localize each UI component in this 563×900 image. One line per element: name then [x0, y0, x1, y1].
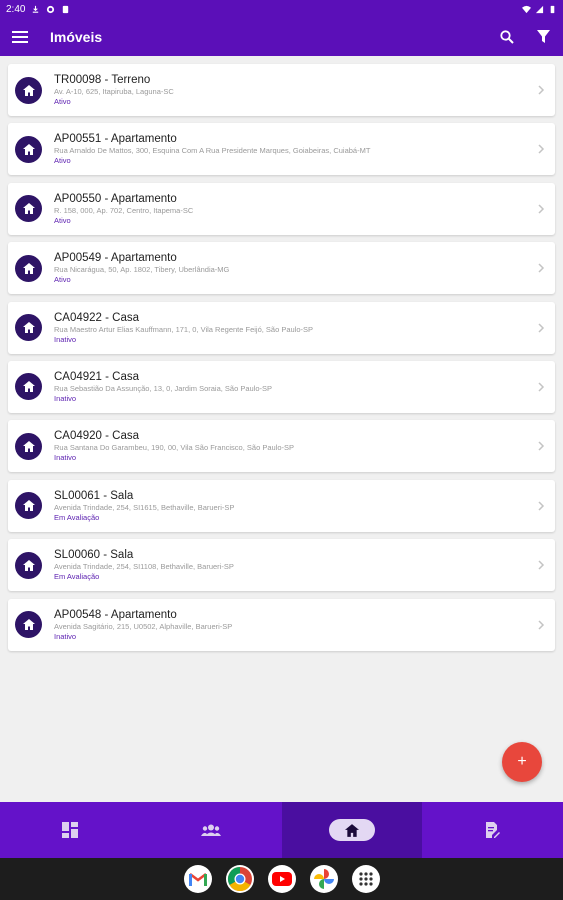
- app-bar: Imóveis: [0, 18, 563, 56]
- chevron-right-icon: [538, 323, 545, 333]
- list-item[interactable]: CA04920 - Casa Rua Santana Do Garambeu, …: [8, 420, 555, 473]
- chevron-right-icon: [538, 85, 545, 95]
- people-icon: [201, 824, 222, 836]
- wifi-icon: [522, 5, 531, 13]
- app-notification-icon: [47, 5, 55, 13]
- property-status: Inativo: [54, 453, 77, 463]
- property-title: CA04922 - Casa: [54, 311, 140, 324]
- home-icon: [15, 373, 42, 401]
- chevron-right-icon: [538, 619, 545, 630]
- nav-properties[interactable]: [281, 802, 423, 858]
- property-title: AP00550 - Apartamento: [54, 192, 177, 205]
- property-address: Avenida Trindade, 254, SI1615, Bethavill…: [54, 502, 235, 512]
- property-list: TR00098 - Terreno Av. A-10, 625, Itapiru…: [8, 64, 555, 658]
- property-address: Rua Santana Do Garambeu, 190, 00, Vila S…: [54, 443, 295, 453]
- list-item[interactable]: TR00098 - Terreno Av. A-10, 625, Itapiru…: [8, 64, 555, 116]
- property-address: Rua Sebastião Da Assunção, 13, 0, Jardim…: [54, 383, 273, 393]
- bottom-nav: [0, 802, 563, 858]
- chrome-icon[interactable]: [225, 865, 254, 893]
- property-status: Ativo: [54, 156, 71, 166]
- chevron-right-icon: [538, 204, 545, 214]
- list-item[interactable]: SL00061 - Sala Avenida Trindade, 254, SI…: [8, 479, 555, 532]
- property-status: Inativo: [54, 393, 77, 403]
- chevron-right-icon: [538, 382, 545, 392]
- home-icon: [15, 551, 42, 579]
- sim-icon: [63, 5, 69, 13]
- page-title: Imóveis: [50, 29, 103, 45]
- chevron-right-icon: [538, 501, 545, 511]
- youtube-icon[interactable]: [267, 865, 296, 893]
- property-address: Avenida Sagitário, 215, U0502, Alphavill…: [54, 621, 233, 631]
- home-icon: [15, 432, 42, 460]
- add-property-button[interactable]: +: [502, 742, 542, 782]
- property-title: SL00060 - Sala: [54, 549, 134, 562]
- property-address: Av. A-10, 625, Itapiruba, Laguna-SC: [54, 87, 174, 96]
- property-status: Inativo: [54, 631, 77, 641]
- home-icon: [15, 611, 42, 639]
- status-bar: 2:40: [0, 0, 563, 18]
- signal-icon: [535, 5, 544, 13]
- list-item[interactable]: CA04922 - Casa Rua Maestro Artur Elias K…: [8, 301, 555, 354]
- property-status: Ativo: [54, 215, 71, 225]
- chevron-right-icon: [538, 263, 545, 273]
- property-address: Avenida Trindade, 254, SI1108, Bethavill…: [54, 562, 234, 572]
- chevron-right-icon: [538, 441, 545, 451]
- home-icon: [15, 195, 42, 223]
- chevron-right-icon: [538, 144, 545, 154]
- gmail-icon[interactable]: [183, 865, 212, 893]
- property-address: R. 158, 000, Ap. 702, Centro, Itapema-SC: [54, 205, 194, 215]
- list-item[interactable]: SL00060 - Sala Avenida Trindade, 254, SI…: [8, 539, 555, 592]
- home-icon: [15, 254, 42, 282]
- property-address: Rua Arnaldo De Mattos, 300, Esquina Com …: [54, 146, 371, 156]
- list-item[interactable]: CA04921 - Casa Rua Sebastião Da Assunção…: [8, 360, 555, 413]
- nav-contracts[interactable]: [422, 802, 563, 858]
- nav-people[interactable]: [141, 802, 282, 858]
- home-icon: [15, 135, 42, 163]
- active-indicator: [328, 819, 375, 841]
- property-title: AP00551 - Apartamento: [54, 133, 177, 146]
- system-taskbar: [0, 858, 563, 900]
- property-status: Ativo: [54, 275, 71, 285]
- filter-icon[interactable]: [535, 29, 551, 45]
- home-icon: [15, 492, 42, 520]
- property-status: Inativo: [54, 334, 77, 344]
- property-status: Ativo: [54, 97, 71, 106]
- property-title: TR00098 - Terreno: [54, 74, 151, 86]
- notification-icon: [33, 5, 39, 13]
- status-time: 2:40: [6, 3, 26, 15]
- property-title: CA04921 - Casa: [54, 370, 140, 383]
- app-drawer-icon[interactable]: [351, 865, 380, 893]
- list-item[interactable]: AP00550 - Apartamento R. 158, 000, Ap. 7…: [8, 182, 555, 235]
- search-icon[interactable]: [499, 29, 515, 45]
- property-status: Em Avaliação: [54, 572, 100, 582]
- contract-icon: [486, 822, 501, 838]
- property-title: AP00549 - Apartamento: [54, 252, 177, 265]
- chevron-right-icon: [538, 560, 545, 570]
- home-icon: [15, 76, 42, 104]
- list-item[interactable]: AP00551 - Apartamento Rua Arnaldo De Mat…: [8, 123, 555, 176]
- dashboard-icon: [62, 822, 79, 838]
- property-title: AP00548 - Apartamento: [54, 608, 177, 621]
- property-title: CA04920 - Casa: [54, 430, 140, 443]
- property-address: Rua Nicarágua, 50, Ap. 1802, Tibery, Ube…: [54, 265, 230, 275]
- nav-dashboard[interactable]: [0, 802, 141, 858]
- google-photos-icon[interactable]: [309, 865, 338, 893]
- home-icon: [15, 314, 42, 342]
- property-title: SL00061 - Sala: [54, 489, 134, 502]
- property-address: Rua Maestro Artur Elias Kauffmann, 171, …: [54, 324, 314, 334]
- add-icon: +: [517, 753, 527, 770]
- menu-icon[interactable]: [12, 29, 28, 45]
- property-status: Em Avaliação: [54, 512, 100, 522]
- list-item[interactable]: AP00548 - Apartamento Avenida Sagitário,…: [8, 598, 555, 651]
- battery-icon: [550, 5, 555, 13]
- list-item[interactable]: AP00549 - Apartamento Rua Nicarágua, 50,…: [8, 242, 555, 295]
- home-icon: [344, 823, 359, 837]
